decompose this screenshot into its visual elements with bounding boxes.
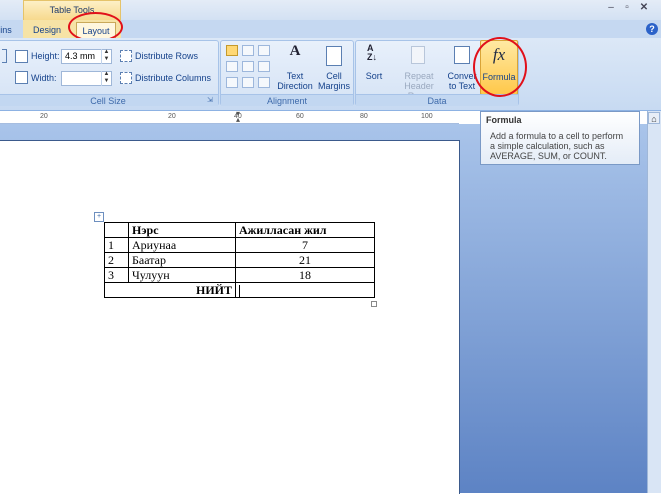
tab-design[interactable]: Design — [28, 22, 66, 38]
table-cell[interactable]: 2 — [104, 252, 129, 268]
table-cell[interactable]: Ажилласан жил — [235, 222, 375, 238]
table-row: 2 Баатар 21 — [104, 252, 375, 268]
close-button[interactable]: ✕ — [637, 2, 651, 14]
table-cell[interactable]: Ариунаа — [128, 237, 236, 253]
cell-size-group: Height: 4.3 mm ▲ ▼ Width: ▲ ▼ Distribute R… — [0, 40, 219, 106]
distribute-rows-label: Distribute Rows — [135, 51, 199, 61]
width-spinner[interactable]: ▲ ▼ — [101, 71, 111, 86]
table-move-handle-icon[interactable]: + — [94, 212, 104, 222]
distribute-columns-icon — [120, 72, 132, 84]
align-top-left-button[interactable] — [226, 45, 238, 56]
table-cell[interactable] — [104, 222, 129, 238]
document-page[interactable] — [0, 140, 460, 494]
total-value-cell[interactable] — [235, 281, 375, 299]
convert-label-2: to Text — [448, 81, 476, 91]
horizontal-ruler[interactable] — [0, 111, 459, 124]
table-cell[interactable]: Баатар — [128, 252, 236, 268]
cell-margins-button[interactable]: Cell Margins — [317, 43, 351, 93]
table-row: 1 Ариунаа 7 — [104, 237, 375, 253]
total-label-cell[interactable]: НИЙТ — [104, 281, 236, 299]
ruler-label: 60 — [296, 113, 304, 120]
align-bottom-right-button[interactable] — [258, 77, 270, 88]
distribute-rows-icon — [120, 50, 132, 62]
table-row: НИЙТ — [104, 281, 375, 299]
table-resize-handle[interactable] — [371, 301, 377, 307]
alignment-group: A Text Direction Cell Margins Alignment — [220, 40, 354, 106]
align-bottom-left-button[interactable] — [226, 77, 238, 88]
height-label: Height: — [31, 51, 60, 61]
tooltip-line: AVERAGE, SUM, or COUNT. — [490, 151, 607, 161]
sort-icon: A Z↓ — [367, 43, 377, 62]
tooltip-line: a simple calculation, such as — [490, 141, 605, 151]
cell-margins-label-2: Margins — [317, 81, 350, 91]
document-table[interactable]: Нэрс Ажилласан жил 1 Ариунаа 7 2 Баатар … — [104, 222, 375, 299]
table-cell[interactable]: 3 — [104, 267, 129, 283]
text-direction-button[interactable]: A Text Direction — [276, 43, 314, 93]
repeat-header-rows-button[interactable]: Repeat Header Rows — [393, 43, 445, 101]
restore-button[interactable]: ▫ — [620, 2, 634, 14]
height-value: 4.3 mm — [65, 51, 96, 61]
ruler-label: 20 — [168, 113, 176, 120]
align-center-left-button[interactable] — [226, 61, 238, 72]
convert-icon — [454, 46, 470, 64]
tooltip-body: Add a formula to a cell to perform a sim… — [490, 131, 623, 161]
height-icon — [15, 50, 28, 63]
align-center-right-button[interactable] — [258, 61, 270, 72]
repeat-header-icon — [411, 46, 425, 64]
table-cell[interactable]: Нэрс — [128, 222, 236, 238]
autofit-icon — [2, 49, 7, 63]
table-cell[interactable]: 18 — [235, 267, 375, 283]
table-cell[interactable]: 7 — [235, 237, 375, 253]
minimize-button[interactable]: – — [604, 2, 618, 14]
cell-margins-label-1: Cell — [326, 71, 342, 81]
alignment-group-label: Alignment — [221, 94, 353, 106]
indent-marker-icon[interactable]: ▾ ▴ — [236, 110, 242, 124]
width-icon — [15, 71, 28, 84]
text-direction-icon: A — [289, 43, 301, 59]
table-cell[interactable]: Чулуун — [128, 267, 236, 283]
ruler-label: 100 — [421, 113, 433, 120]
text-direction-label-2: Direction — [277, 81, 313, 91]
vertical-scrollbar[interactable] — [647, 111, 661, 493]
width-label: Width: — [31, 73, 57, 83]
formula-tooltip: Formula Add a formula to a cell to perfo… — [480, 111, 640, 165]
align-bottom-center-button[interactable] — [242, 77, 254, 88]
dialog-launcher-icon[interactable]: ⇲ — [207, 96, 213, 104]
cell-size-group-label: Cell Size — [0, 94, 218, 106]
distribute-columns-label: Distribute Columns — [135, 73, 212, 83]
table-cell[interactable]: 21 — [235, 252, 375, 268]
sort-button[interactable]: A Z↓ Sort — [359, 43, 389, 93]
align-top-right-button[interactable] — [258, 45, 270, 56]
table-row: Нэрс Ажилласан жил — [104, 222, 375, 238]
ruler-toggle-icon[interactable]: ⌂ — [648, 112, 660, 124]
table-row: 3 Чулуун 18 — [104, 267, 375, 283]
text-direction-label-1: Text — [286, 71, 304, 81]
table-cell[interactable]: 1 — [104, 237, 129, 253]
help-icon[interactable]: ? — [646, 23, 658, 35]
sort-label: Sort — [365, 71, 383, 81]
ruler-label: 20 — [40, 113, 48, 120]
align-center-button[interactable] — [242, 61, 254, 72]
tooltip-line: Add a formula to a cell to perform — [490, 131, 624, 141]
ruler-label: 80 — [360, 113, 368, 120]
tab-insert[interactable]: ins — [0, 22, 12, 38]
align-top-center-button[interactable] — [242, 45, 254, 56]
red-highlight-formula — [473, 37, 527, 97]
repeat-label-1: Repeat — [404, 71, 434, 81]
tooltip-title: Formula — [486, 115, 522, 125]
text-cursor — [239, 285, 240, 298]
cell-margins-icon — [326, 46, 342, 66]
height-spinner[interactable]: ▲ ▼ — [101, 49, 111, 64]
